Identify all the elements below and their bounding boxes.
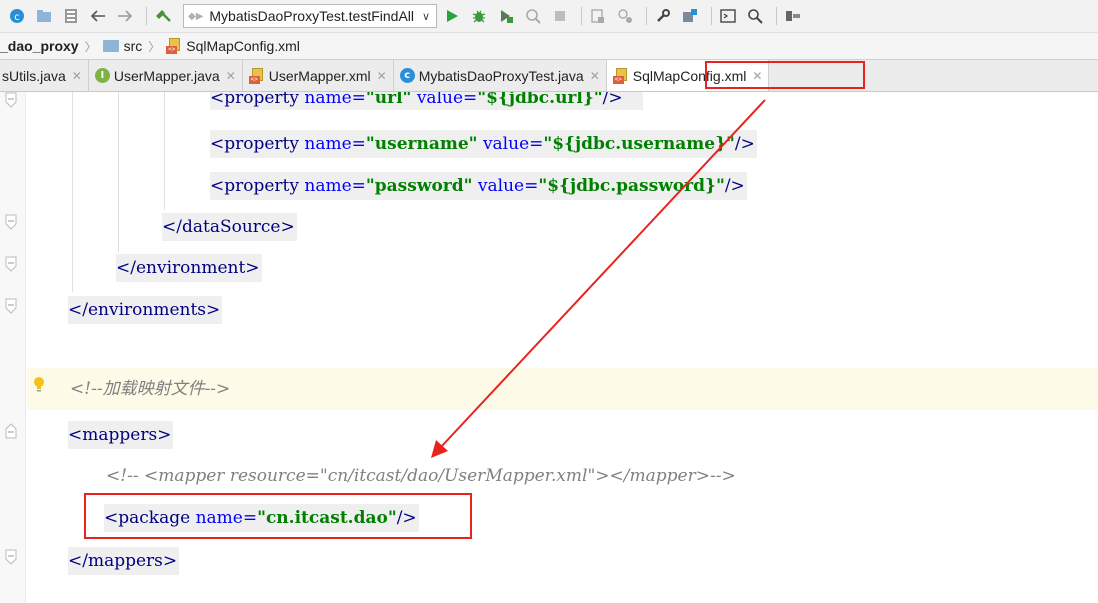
breadcrumb-folder-label: src xyxy=(123,38,143,54)
close-icon[interactable]: ✕ xyxy=(590,69,600,83)
project-settings-icon[interactable] xyxy=(679,5,701,27)
breadcrumb-file[interactable]: <> SqlMapConfig.xml xyxy=(166,38,300,54)
indent-guide xyxy=(118,92,119,252)
tab-usermapper-xml[interactable]: <> UserMapper.xml ✕ xyxy=(242,60,394,91)
profile-icon[interactable] xyxy=(522,5,544,27)
vcs-icon[interactable] xyxy=(614,5,636,27)
tab-label: UserMapper.xml xyxy=(268,67,371,84)
back-icon[interactable] xyxy=(87,5,109,27)
run-configuration-label: MybatisDaoProxyTest.testFindAll xyxy=(209,8,415,24)
code-line-close-environment: </environment> xyxy=(116,254,262,282)
tab-label: SqlMapConfig.xml xyxy=(632,67,747,84)
config-type-icon: ◆▶ xyxy=(188,10,204,22)
tab-sqlmapconfig-xml[interactable]: <> SqlMapConfig.xml ✕ xyxy=(606,60,770,91)
toolbar-separator xyxy=(646,7,648,25)
tab-label: sUtils.java xyxy=(2,67,66,84)
run-icon[interactable] xyxy=(441,5,463,27)
code-line-property-username: <property name="username" value="${jdbc.… xyxy=(210,130,757,158)
toolbar-separator xyxy=(776,7,778,25)
fold-marker-icon[interactable] xyxy=(5,423,17,439)
interface-icon: I xyxy=(94,68,110,83)
coverage-icon[interactable] xyxy=(495,5,517,27)
editor-gutter xyxy=(0,92,26,603)
chevron-down-icon: ∨ xyxy=(422,9,431,23)
tab-usermapper-java[interactable]: I UserMapper.java ✕ xyxy=(88,60,243,91)
build-icon[interactable] xyxy=(152,5,174,27)
breadcrumb: _dao_proxy 〉 src 〉 <> SqlMapConfig.xml xyxy=(0,32,1098,60)
svg-text:c: c xyxy=(14,12,20,23)
toolbar-separator xyxy=(711,7,713,25)
save-all-icon[interactable] xyxy=(60,5,82,27)
indent-guide xyxy=(164,92,165,210)
code-line-property-url: <property name="url" value="${jdbc.url}"… xyxy=(210,92,643,110)
close-icon[interactable]: ✕ xyxy=(72,69,82,83)
fold-marker-icon[interactable] xyxy=(5,549,17,565)
close-icon[interactable]: ✕ xyxy=(377,69,387,83)
code-line-close-datasource: </dataSource> xyxy=(162,213,297,241)
lightbulb-icon[interactable] xyxy=(33,376,45,392)
main-toolbar: c ◆▶ MybatisDaoProxyTest.testFindAll ∨ xyxy=(0,0,1098,32)
toolbar-separator xyxy=(146,7,147,25)
chevron-right-icon: 〉 xyxy=(148,39,161,54)
close-icon[interactable]: ✕ xyxy=(226,69,236,83)
chevron-right-icon: 〉 xyxy=(84,39,97,54)
xml-file-icon: <> xyxy=(612,67,629,84)
code-editor[interactable]: <property name="url" value="${jdbc.url}"… xyxy=(0,92,1098,603)
breadcrumb-folder[interactable]: src xyxy=(102,38,143,54)
xml-file-icon: <> xyxy=(248,67,265,84)
fold-marker-icon[interactable] xyxy=(5,92,17,108)
tab-sutils-java[interactable]: sUtils.java ✕ xyxy=(0,60,89,91)
search-icon[interactable] xyxy=(744,5,766,27)
code-line-comment-load-mappers: <!--加载映射文件--> xyxy=(70,379,231,399)
code-line-commented-mapper-resource: <!-- <mapper resource="cn/itcast/dao/Use… xyxy=(106,466,736,486)
forward-icon[interactable] xyxy=(114,5,136,27)
terminal-icon[interactable] xyxy=(717,5,739,27)
indent-guide xyxy=(72,92,73,292)
open-icon[interactable] xyxy=(33,5,55,27)
settings-icon[interactable] xyxy=(652,5,674,27)
fold-marker-icon[interactable] xyxy=(5,256,17,272)
editor-tab-bar: sUtils.java ✕ I UserMapper.java ✕ <> Use… xyxy=(0,60,1098,92)
stop-icon[interactable] xyxy=(549,5,571,27)
sdk-icon[interactable] xyxy=(587,5,609,27)
project-structure-icon[interactable]: c xyxy=(6,5,28,27)
run-configuration-selector[interactable]: ◆▶ MybatisDaoProxyTest.testFindAll ∨ xyxy=(183,4,438,28)
tab-mybatisdaoproxytest-java[interactable]: c MybatisDaoProxyTest.java ✕ xyxy=(393,60,607,91)
breadcrumb-project[interactable]: _dao_proxy xyxy=(0,38,79,54)
close-icon[interactable]: ✕ xyxy=(752,69,762,83)
code-line-close-environments: </environments> xyxy=(68,296,223,324)
code-line-property-password: <property name="password" value="${jdbc.… xyxy=(210,172,747,200)
code-line-package: <package name="cn.itcast.dao"/> xyxy=(104,504,419,532)
folder-icon xyxy=(102,40,119,52)
fold-marker-icon[interactable] xyxy=(5,214,17,230)
fold-marker-icon[interactable] xyxy=(5,298,17,314)
code-line-close-mappers: </mappers> xyxy=(68,547,180,575)
class-icon: c xyxy=(399,68,415,83)
tools-icon[interactable] xyxy=(782,5,804,27)
debug-icon[interactable] xyxy=(468,5,490,27)
code-line-open-mappers: <mappers> xyxy=(68,421,174,449)
breadcrumb-file-label: SqlMapConfig.xml xyxy=(186,38,300,54)
tab-label: UserMapper.java xyxy=(113,67,220,84)
toolbar-separator xyxy=(581,7,583,25)
xml-file-icon: <> xyxy=(166,38,182,54)
tab-label: MybatisDaoProxyTest.java xyxy=(418,67,584,84)
